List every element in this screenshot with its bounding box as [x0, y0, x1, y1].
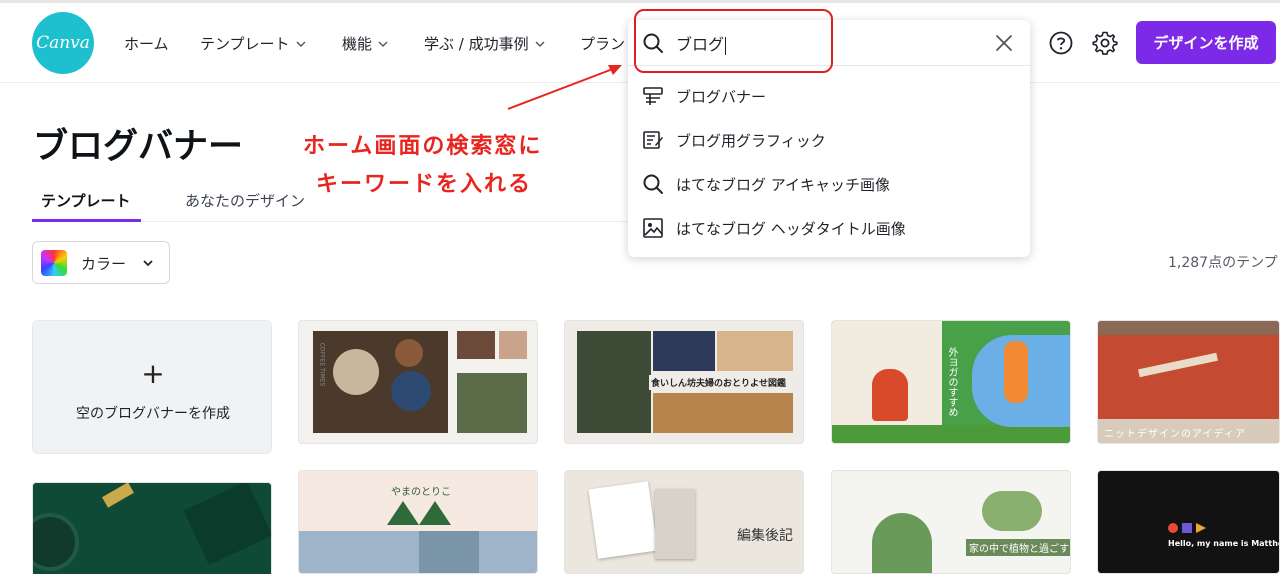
chevron-down-icon: [143, 260, 153, 267]
nav-features[interactable]: 機能: [342, 33, 389, 54]
card-caption: 編集後記: [737, 528, 793, 544]
template-card-green-desk[interactable]: [32, 482, 272, 574]
help-circle-icon[interactable]: [1047, 29, 1075, 57]
template-card-knit[interactable]: ニットデザインのアイディア: [1097, 320, 1280, 444]
template-card-mountain[interactable]: やまのとりこ: [298, 470, 538, 574]
page-title: ブログバナー: [33, 127, 244, 167]
card-caption: 食いしん坊夫婦のおとりよせ図鑑: [649, 375, 789, 390]
suggestion-label: ブログ用グラフィック: [676, 131, 826, 150]
create-blank-label: 空のブログバナーを作成: [76, 406, 230, 422]
nav-plans[interactable]: プラン: [580, 33, 625, 54]
card-caption: COFFEE TIMES: [318, 342, 326, 387]
suggestion-label: はてなブログ アイキャッチ画像: [676, 175, 891, 194]
chevron-down-icon: [535, 41, 545, 47]
template-card-yoga[interactable]: 外ヨガのすすめ: [831, 320, 1071, 444]
nav-home[interactable]: ホーム: [124, 33, 169, 54]
chevron-down-icon: [378, 41, 388, 47]
highlight-annotation-box: [634, 9, 833, 73]
create-design-button[interactable]: デザインを作成: [1136, 21, 1276, 64]
suggestion-label: はてなブログ ヘッダタイトル画像: [676, 219, 906, 238]
chevron-down-icon: [296, 41, 306, 47]
gear-icon[interactable]: [1091, 29, 1119, 57]
color-swatch-icon: [41, 250, 67, 276]
image-icon: [643, 218, 663, 238]
card-caption: Hello, my name is Matthew.: [1168, 539, 1279, 548]
card-caption: 外ヨガのすすめ: [946, 347, 957, 417]
card-caption: 家の中で植物と過ごす: [966, 539, 1070, 556]
search-icon: [643, 174, 663, 194]
annotation-line-2: キーワードを入れる: [316, 172, 533, 197]
template-count: 1,287点のテンプ: [1168, 255, 1278, 271]
card-caption: ニットデザインのアイディア: [1104, 429, 1246, 440]
mountain-logo-icon: [387, 501, 451, 525]
canva-logo[interactable]: Canva: [32, 12, 94, 74]
nav-templates[interactable]: テンプレート: [200, 33, 307, 54]
template-card-editor[interactable]: 編集後記: [564, 470, 804, 574]
plus-icon: +: [141, 357, 165, 390]
nav-features-label: 機能: [342, 35, 373, 53]
tab-templates[interactable]: テンプレート: [41, 190, 131, 211]
suggestion-blog-graphic[interactable]: ブログ用グラフィック: [628, 118, 1030, 162]
template-card-plants[interactable]: 家の中で植物と過ごす: [831, 470, 1071, 574]
color-filter-dropdown[interactable]: カラー: [32, 241, 170, 284]
blog-banner-icon: [643, 87, 663, 105]
suggestion-hatena-eyecatch[interactable]: はてなブログ アイキャッチ画像: [628, 162, 1030, 206]
nav-templates-label: テンプレート: [200, 35, 290, 53]
card-caption: やまのとりこ: [391, 487, 451, 498]
close-icon[interactable]: [994, 33, 1014, 53]
template-card-food[interactable]: 食いしん坊夫婦のおとりよせ図鑑: [564, 320, 804, 444]
blog-graphic-icon: [643, 131, 663, 149]
nav-home-label: ホーム: [124, 35, 169, 53]
active-tab-indicator: [32, 219, 141, 222]
nav-learn[interactable]: 学ぶ / 成功事例: [424, 33, 546, 54]
suggestion-blog-banner[interactable]: ブログバナー: [628, 74, 1030, 118]
nav-plans-label: プラン: [580, 35, 626, 53]
color-filter-label: カラー: [81, 255, 127, 273]
tab-your-designs[interactable]: あなたのデザイン: [185, 190, 305, 211]
annotation-arrow-icon: [507, 65, 622, 110]
nav-learn-label: 学ぶ / 成功事例: [424, 35, 529, 53]
template-card-coffee[interactable]: COFFEE TIMES: [298, 320, 538, 444]
suggestion-label: ブログバナー: [676, 87, 767, 106]
card-caption: [469, 361, 471, 369]
template-card-hello[interactable]: Hello, my name is Matthew.: [1097, 470, 1280, 574]
annotation-line-1: ホーム画面の検索窓に: [303, 134, 543, 159]
create-blank-card[interactable]: + 空のブログバナーを作成: [32, 320, 272, 454]
suggestion-hatena-header[interactable]: はてなブログ ヘッダタイトル画像: [628, 206, 1030, 250]
coffee-photo: [313, 331, 448, 433]
